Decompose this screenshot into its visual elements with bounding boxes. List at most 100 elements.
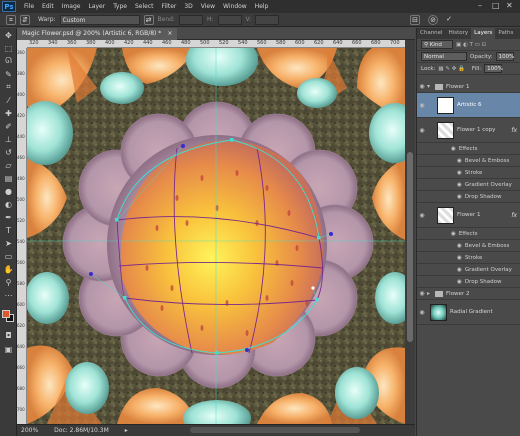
type-tool-icon[interactable]: T	[2, 224, 15, 236]
effect-row[interactable]: ◉ Stroke	[417, 252, 520, 264]
menu-3d[interactable]: 3D	[180, 3, 196, 10]
eye-icon[interactable]: ◉	[417, 290, 427, 297]
chevron-right-icon[interactable]: ▸	[427, 290, 435, 297]
menu-file[interactable]: File	[20, 3, 38, 10]
eraser-tool-icon[interactable]: ▱	[2, 159, 15, 171]
chevron-down-icon[interactable]: ▾	[427, 83, 435, 90]
tab-layers[interactable]: Layers	[471, 28, 496, 39]
healing-tool-icon[interactable]: ✚	[2, 107, 15, 119]
blend-mode-select[interactable]: Normal	[421, 52, 467, 61]
more-tools-icon[interactable]: ⋯	[2, 289, 15, 301]
hand-tool-icon[interactable]: ✋	[2, 263, 15, 275]
h-input[interactable]	[217, 14, 242, 25]
layer-flower-1-copy[interactable]: ◉ Flower 1 copy fx	[417, 118, 520, 143]
eye-icon[interactable]: ◉	[457, 194, 462, 200]
eye-icon[interactable]: ◉	[451, 231, 456, 237]
filter-icons[interactable]: ▣ ◐ T ▭ ⊡	[456, 42, 486, 48]
crop-tool-icon[interactable]: ⌗	[2, 81, 15, 93]
eye-icon[interactable]: ◉	[417, 212, 427, 219]
eye-icon[interactable]: ◉	[417, 309, 427, 316]
tab-paths[interactable]: Paths	[495, 28, 516, 39]
commit-transform-icon[interactable]: ✓	[444, 15, 454, 25]
vertical-scrollbar[interactable]	[405, 40, 415, 424]
menu-select[interactable]: Select	[131, 3, 158, 10]
minimize-button[interactable]: –	[478, 1, 482, 10]
eye-icon[interactable]: ◉	[417, 102, 427, 109]
warp-style-select[interactable]: Custom	[59, 14, 140, 25]
ruler-origin[interactable]	[17, 40, 27, 48]
menu-edit[interactable]: Edit	[38, 3, 58, 10]
eye-icon[interactable]: ◉	[457, 255, 462, 261]
eye-icon[interactable]: ◉	[457, 182, 462, 188]
warp-change-orientation-icon[interactable]: ⇄	[143, 14, 154, 25]
quick-mask-icon[interactable]: ◘	[2, 329, 15, 341]
fx-icon[interactable]: fx	[511, 127, 517, 134]
eye-icon[interactable]: ◉	[457, 170, 462, 176]
menu-type[interactable]: Type	[109, 3, 131, 10]
effect-row[interactable]: ◉ Gradient Overlay	[417, 264, 520, 276]
close-window-button[interactable]: ✕	[506, 1, 513, 10]
menu-window[interactable]: Window	[219, 3, 251, 10]
tab-history[interactable]: History	[446, 28, 472, 39]
vertical-ruler[interactable]: 360 380 400 420 440 460 480 500 520 540 560 580 600 6…	[17, 48, 27, 424]
menu-view[interactable]: View	[197, 3, 219, 10]
maximize-button[interactable]: □	[492, 1, 500, 10]
horizontal-ruler[interactable]: 320 340 360 380 400 420 440 460 480 500 520 540 560 5…	[27, 40, 405, 48]
effect-row[interactable]: ◉ Gradient Overlay	[417, 179, 520, 191]
quick-select-tool-icon[interactable]: ✎	[2, 68, 15, 80]
tab-channel[interactable]: Channel	[417, 28, 446, 39]
eye-icon[interactable]: ◉	[457, 243, 462, 249]
v-input[interactable]	[255, 14, 280, 25]
effect-row[interactable]: ◉ Drop Shadow	[417, 191, 520, 203]
opacity-input[interactable]: 100%	[495, 52, 514, 61]
effects-row[interactable]: ◉ Effects	[417, 143, 520, 155]
blur-tool-icon[interactable]: ●	[2, 185, 15, 197]
history-brush-icon[interactable]: ↺	[2, 146, 15, 158]
close-tab-icon[interactable]: ×	[167, 30, 172, 37]
layer-filter-select[interactable]: ⚲ Kind	[421, 40, 453, 49]
marquee-tool-icon[interactable]: ⬚	[2, 42, 15, 54]
move-tool-icon[interactable]: ✥	[2, 29, 15, 41]
eye-icon[interactable]: ◉	[457, 279, 462, 285]
zoom-tool-icon[interactable]: ⚲	[2, 276, 15, 288]
menu-layer[interactable]: Layer	[84, 3, 109, 10]
layer-group-flower-2[interactable]: ◉ ▸ Flower 2	[417, 288, 520, 300]
eye-icon[interactable]: ◉	[417, 127, 427, 134]
stamp-tool-icon[interactable]: ⊥	[2, 133, 15, 145]
shape-tool-icon[interactable]: ▭	[2, 250, 15, 262]
layer-radial-gradient[interactable]: ◉ Radial Gradient	[417, 300, 520, 325]
eye-icon[interactable]: ◉	[417, 83, 427, 90]
effects-row[interactable]: ◉ Effects	[417, 228, 520, 240]
zoom-level[interactable]: 200%	[21, 427, 38, 434]
vertical-scroll-thumb[interactable]	[407, 152, 413, 342]
eye-icon[interactable]: ◉	[457, 158, 462, 164]
menu-image[interactable]: Image	[58, 3, 85, 10]
document-canvas[interactable]	[27, 48, 405, 424]
screen-mode-icon[interactable]: ▣	[2, 343, 15, 355]
layer-flower-1[interactable]: ◉ Flower 1 fx	[417, 203, 520, 228]
switch-transform-icon[interactable]: ⊟	[410, 15, 420, 25]
effect-row[interactable]: ◉ Bevel & Emboss	[417, 155, 520, 167]
gradient-tool-icon[interactable]: ▤	[2, 172, 15, 184]
foreground-color-swatch[interactable]	[2, 310, 10, 318]
fill-input[interactable]: 100%	[484, 64, 503, 73]
lasso-tool-icon[interactable]: ᘏ	[2, 55, 15, 67]
fx-icon[interactable]: fx	[511, 212, 517, 219]
menu-filter[interactable]: Filter	[158, 3, 181, 10]
pen-tool-icon[interactable]: ✒	[2, 211, 15, 223]
dodge-tool-icon[interactable]: ◐	[2, 198, 15, 210]
eye-icon[interactable]: ◉	[451, 146, 456, 152]
eyedropper-tool-icon[interactable]: ⁄	[2, 94, 15, 106]
document-tab[interactable]: Magic Flower.psd @ 200% (Artistic 6, RGB…	[17, 27, 178, 40]
lock-icons[interactable]: ▦ ✎ ✥ 🔒	[438, 66, 465, 72]
bend-input[interactable]	[178, 14, 203, 25]
layer-group-flower-1[interactable]: ◉ ▾ Flower 1	[417, 81, 520, 93]
layer-artistic-6[interactable]: ◉ Artistic 6	[417, 93, 520, 118]
status-menu-arrow-icon[interactable]: ▸	[125, 427, 128, 434]
effect-row[interactable]: ◉ Stroke	[417, 167, 520, 179]
warp-mode-icon[interactable]: ⌗	[6, 14, 16, 25]
effect-row[interactable]: ◉ Bevel & Emboss	[417, 240, 520, 252]
brush-tool-icon[interactable]: ✐	[2, 120, 15, 132]
effect-row[interactable]: ◉ Drop Shadow	[417, 276, 520, 288]
eye-icon[interactable]: ◉	[457, 267, 462, 273]
